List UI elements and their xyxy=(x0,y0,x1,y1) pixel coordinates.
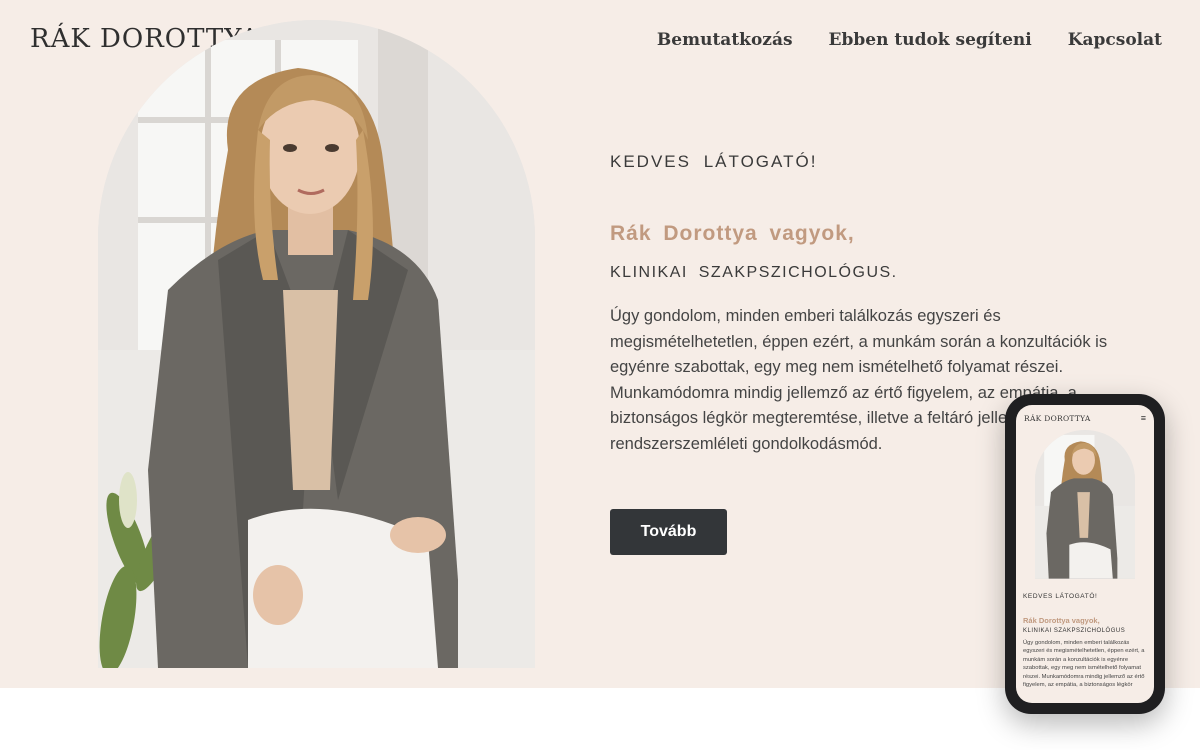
mobile-role: KLINIKAI SZAKPSZICHOLÓGUS xyxy=(1023,628,1126,634)
mobile-preview-screen: RÁK DOROTTYA ≡ KEDVES LÁTOGATÓ! Rák Doro… xyxy=(1016,405,1154,703)
mobile-portrait-photo xyxy=(1035,430,1135,579)
hamburger-menu-icon: ≡ xyxy=(1140,413,1146,423)
nav-item-bemutatkozas[interactable]: Bemutatkozás xyxy=(657,30,793,50)
mobile-name-heading: Rák Dorottya vagyok, xyxy=(1023,616,1100,625)
portrait-photo xyxy=(98,20,535,668)
mobile-preview-device: RÁK DOROTTYA ≡ KEDVES LÁTOGATÓ! Rák Doro… xyxy=(1005,394,1165,714)
name-heading: Rák Dorottya vagyok, xyxy=(610,222,855,245)
mobile-intro-paragraph: Úgy gondolom, minden emberi találkozás e… xyxy=(1023,640,1145,689)
mobile-logo: RÁK DOROTTYA xyxy=(1024,414,1091,423)
nav-item-kapcsolat[interactable]: Kapcsolat xyxy=(1068,30,1162,50)
role-subtitle: KLINIKAI SZAKPSZICHOLÓGUS. xyxy=(610,264,898,281)
main-nav: Bemutatkozás Ebben tudok segíteni Kapcso… xyxy=(657,30,1162,50)
nav-item-segiteni[interactable]: Ebben tudok segíteni xyxy=(829,30,1032,50)
more-button[interactable]: Tovább xyxy=(610,509,727,555)
greeting-heading: KEDVES LÁTOGATÓ! xyxy=(610,152,818,171)
mobile-greeting: KEDVES LÁTOGATÓ! xyxy=(1023,593,1098,600)
